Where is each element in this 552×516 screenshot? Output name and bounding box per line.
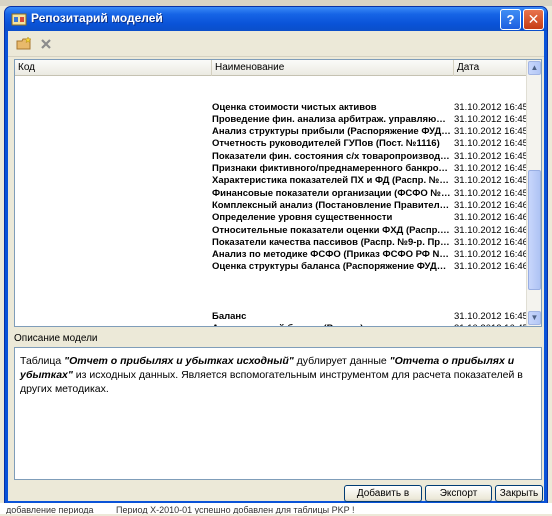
- description-quote-1: "Отчет о прибылях и убытках исходный": [64, 355, 294, 367]
- table-row[interactable]: MUОпределение уровня существенности31.10…: [15, 212, 542, 224]
- model-date-cell: 31.10.2012 16:45:45: [454, 323, 541, 326]
- model-name-cell: Признаки фиктивного/преднамеренного банк…: [212, 163, 452, 175]
- column-header-code[interactable]: Код: [15, 60, 212, 76]
- model-name-cell: Показатели фин. состояния с/х товаропрои…: [212, 150, 452, 162]
- table-row[interactable]: ASIАнализ структуры прибыли (Распоряжени…: [15, 126, 542, 138]
- table-row[interactable]: FAHХарактеристика показателей ПХ и ФД (Р…: [15, 175, 542, 187]
- model-date-cell: 31.10.2012 16:46:04: [454, 212, 542, 224]
- model-date-cell: 31.10.2012 16:45:40: [454, 101, 542, 113]
- model-name-cell: Оценка стоимости чистых активов: [212, 101, 377, 113]
- tree-group-row[interactable]: +Методики анализа для кредитных орган...: [15, 274, 527, 286]
- model-name-cell: Анализ по методике ФСФО (Приказ ФСФО РФ …: [212, 249, 452, 261]
- model-name-cell: Проведение фин. анализа арбитраж. управл…: [212, 113, 452, 125]
- table-row[interactable]: PPАнализ по методике ФСФО (Приказ ФСФО Р…: [15, 249, 542, 261]
- description-text-1: Таблица: [20, 355, 65, 367]
- table-row[interactable]: OPFHDОтносительные показатели оценки ФХД…: [15, 224, 542, 237]
- model-name-cell: Относительные показатели оценки ФХД (Рас…: [212, 224, 452, 236]
- delete-icon[interactable]: [38, 36, 54, 52]
- table-row[interactable]: IFPOФинансовые показатели организации (Ф…: [15, 187, 542, 200]
- model-name-cell: Аналитический баланс (Россия): [212, 323, 452, 326]
- close-window-button[interactable]: ✕: [523, 9, 544, 30]
- model-name-cell: Анализ структуры прибыли (Распоряжение Ф…: [212, 126, 452, 138]
- app-icon: [11, 13, 27, 26]
- scroll-up-icon[interactable]: ▲: [528, 61, 541, 75]
- table-row[interactable]: EXBПризнаки фиктивного/преднамеренного б…: [15, 163, 542, 175]
- help-button[interactable]: ?: [500, 9, 521, 30]
- model-date-cell: 31.10.2012 16:46:02: [454, 199, 542, 211]
- window-title: Репозитарий моделей: [31, 11, 163, 25]
- model-repository-dialog: Репозитарий моделей ? ✕ Код Наименование…: [4, 6, 548, 514]
- toolbar: [8, 31, 544, 57]
- add-to-project-button[interactable]: Добавить в проект: [344, 485, 422, 514]
- tree-group-row[interactable]: +Скоринговые методики: [15, 286, 527, 298]
- table-row[interactable]: KAFКомплексный анализ (Постановление Пра…: [15, 199, 542, 212]
- model-name-cell: Баланс: [212, 310, 247, 322]
- model-date-cell: 31.10.2012 16:46:09: [454, 261, 542, 273]
- tree-group-row[interactable]: +Дополнительные данные: [15, 77, 527, 89]
- model-date-cell: 31.10.2012 16:45:41: [454, 126, 542, 138]
- model-name-cell: Финансовые показатели организации (ФСФО …: [212, 187, 452, 199]
- table-row[interactable]: PKPПоказатели качества пассивов (Распр. …: [15, 236, 542, 249]
- model-name-cell: Показатели качества пассивов (Распр. №9-…: [212, 236, 452, 248]
- model-name-cell: Характеристика показателей ПХ и ФД (Расп…: [212, 175, 452, 187]
- tree-group-row[interactable]: −Регламентированные методики анализа: [15, 89, 527, 101]
- model-name-cell: Отчетность руководителей ГУПов (Пост. №1…: [212, 138, 440, 150]
- column-header-date[interactable]: Дата: [454, 60, 527, 76]
- model-date-cell: 31.10.2012 16:45:57: [454, 187, 542, 199]
- tree-group-row[interactable]: −Аналитические таблицы: [15, 298, 527, 310]
- add-folder-icon[interactable]: [16, 36, 32, 52]
- table-row[interactable]: ARBПроведение фин. анализа арбитраж. упр…: [15, 113, 542, 126]
- model-date-cell: 31.10.2012 16:45:41: [454, 113, 542, 125]
- table-row[interactable]: CXПоказатели фин. состояния с/х товаропр…: [15, 150, 542, 163]
- table-row[interactable]: BAАналитический баланс (Россия)31.10.201…: [15, 323, 541, 326]
- column-header-name[interactable]: Наименование: [212, 60, 454, 76]
- model-name-cell: Комплексный анализ (Постановление Правит…: [212, 199, 452, 211]
- description-label: Описание модели: [14, 333, 98, 344]
- table-row[interactable]: PSОценка структуры баланса (Распоряжение…: [15, 261, 542, 273]
- model-date-cell: 31.10.2012 16:45:52: [454, 163, 542, 175]
- model-date-cell: 31.10.2012 16:46:09: [454, 249, 542, 261]
- vertical-scrollbar[interactable]: ▲ ▼: [526, 60, 541, 326]
- table-row[interactable]: AUPОтчетность руководителей ГУПов (Пост.…: [15, 138, 542, 150]
- model-date-cell: 31.10.2012 16:45:52: [454, 175, 542, 187]
- export-model-button[interactable]: Экспорт модели: [425, 485, 492, 514]
- dialog-footer: Добавить в проект Экспорт модели Закрыть: [8, 483, 544, 514]
- models-tree-grid[interactable]: Код Наименование Дата +Дополнительные да…: [14, 59, 542, 327]
- table-row[interactable]: ANAОценка стоимости чистых активов31.10.…: [15, 101, 542, 114]
- background-status-text: добавление периода Период Х-2010-01 успе…: [0, 503, 552, 514]
- model-date-cell: 31.10.2012 16:46:09: [454, 236, 542, 248]
- model-date-cell: 31.10.2012 16:45:41: [454, 138, 542, 150]
- scroll-thumb[interactable]: [528, 170, 541, 290]
- table-row[interactable]: BБаланс31.10.2012 16:45:42: [15, 310, 542, 323]
- description-box: Таблица "Отчет о прибылях и убытках исхо…: [14, 347, 542, 480]
- model-date-cell: 31.10.2012 16:45:48: [454, 150, 542, 162]
- model-name-cell: Определение уровня существенности: [212, 212, 393, 224]
- grid-header: Код Наименование Дата: [15, 60, 527, 76]
- model-date-cell: 31.10.2012 16:46:05: [454, 224, 542, 236]
- model-date-cell: 31.10.2012 16:45:42: [454, 310, 542, 322]
- dialog-body: Код Наименование Дата +Дополнительные да…: [8, 31, 544, 514]
- title-bar[interactable]: Репозитарий моделей ? ✕: [5, 7, 547, 31]
- description-text-3: из исходных данных. Является вспомогател…: [20, 369, 523, 395]
- background-left-text: добавление периода: [6, 505, 94, 514]
- grid-rows: +Дополнительные данные−Регламентированны…: [15, 77, 542, 326]
- description-text-2: дублирует данные: [293, 355, 390, 367]
- model-name-cell: Оценка структуры баланса (Распоряжение Ф…: [212, 261, 452, 273]
- close-button[interactable]: Закрыть: [495, 485, 543, 502]
- background-right-text: Период Х-2010-01 успешно добавлен для та…: [116, 505, 355, 514]
- scroll-down-icon[interactable]: ▼: [528, 311, 541, 325]
